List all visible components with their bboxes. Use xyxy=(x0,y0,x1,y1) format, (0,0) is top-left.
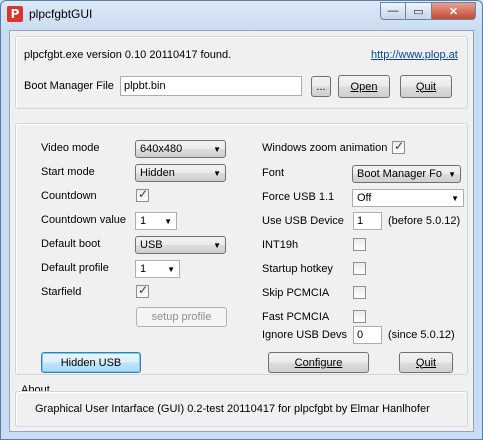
chevron-down-icon: ▼ xyxy=(448,170,456,179)
default-profile-label: Default profile xyxy=(41,262,109,274)
video-mode-select[interactable]: 640x480 ▼ xyxy=(135,140,226,158)
settings-group: Video mode 640x480 ▼ Start mode Hidden ▼ C… xyxy=(15,123,468,375)
ignore-usb-label: Ignore USB Devs xyxy=(262,329,347,341)
close-button[interactable]: ✕ xyxy=(432,2,476,20)
chevron-down-icon: ▼ xyxy=(164,217,172,226)
video-mode-value: 640x480 xyxy=(140,143,183,155)
plop-link[interactable]: http://www.plop.at xyxy=(371,49,458,61)
chevron-down-icon: ▼ xyxy=(451,194,459,203)
font-value: Boot Manager Fo xyxy=(357,168,442,180)
about-group: Graphical User Intarface (GUI) 0.2-test … xyxy=(15,391,468,427)
quit-button[interactable]: Quit xyxy=(399,352,453,373)
about-text: Graphical User Intarface (GUI) 0.2-test … xyxy=(35,403,430,415)
use-usb-device-note: (before 5.0.12) xyxy=(388,215,461,227)
window-controls: — ▭ ✕ xyxy=(380,2,476,20)
default-boot-select[interactable]: USB ▼ xyxy=(135,236,226,254)
force-usb-label: Force USB 1.1 xyxy=(262,191,335,203)
start-mode-select[interactable]: Hidden ▼ xyxy=(135,164,226,182)
quit-button-label: Quit xyxy=(415,356,437,369)
chevron-down-icon: ▼ xyxy=(213,241,221,250)
chevron-down-icon: ▼ xyxy=(213,169,221,178)
int19h-checkbox[interactable] xyxy=(353,238,366,251)
countdown-label: Countdown xyxy=(41,190,97,202)
int19h-label: INT19h xyxy=(262,239,299,251)
video-mode-label: Video mode xyxy=(41,142,100,154)
use-usb-device-label: Use USB Device xyxy=(262,215,344,227)
app-icon: P xyxy=(7,6,23,22)
startup-hotkey-checkbox[interactable] xyxy=(353,262,366,275)
countdown-value: 1 xyxy=(140,215,147,227)
use-usb-device-input[interactable]: 1 xyxy=(353,212,382,230)
title-bar[interactable]: P plpcfgbtGUI — ▭ ✕ xyxy=(1,1,482,29)
boot-manager-file-input[interactable]: plpbt.bin xyxy=(120,76,302,96)
client-area: plpcfgbt.exe version 0.10 20110417 found… xyxy=(9,30,474,432)
skip-pcmcia-checkbox[interactable] xyxy=(353,286,366,299)
open-button[interactable]: Open xyxy=(338,75,390,98)
app-window: P plpcfgbtGUI — ▭ ✕ plpcfgbt.exe version… xyxy=(0,0,483,440)
window-title: plpcfgbtGUI xyxy=(29,7,93,21)
boot-manager-label: Boot Manager File xyxy=(24,80,114,92)
browse-button[interactable]: ... xyxy=(311,76,331,97)
starfield-checkbox[interactable] xyxy=(136,283,149,298)
minimize-button[interactable]: — xyxy=(380,2,406,20)
default-profile-value: 1 xyxy=(140,263,147,275)
countdown-value-select[interactable]: 1 ▼ xyxy=(135,212,177,230)
countdown-checkbox[interactable] xyxy=(136,187,149,202)
chevron-down-icon: ▼ xyxy=(213,145,221,154)
configure-button[interactable]: Configure xyxy=(268,352,369,373)
maximize-button[interactable]: ▭ xyxy=(406,2,432,20)
open-button-label: Open xyxy=(350,80,378,93)
force-usb-value: Off xyxy=(357,192,372,204)
zoom-animation-label: Windows zoom animation xyxy=(262,142,388,154)
skip-pcmcia-label: Skip PCMCIA xyxy=(262,287,330,299)
status-text: plpcfgbt.exe version 0.10 20110417 found… xyxy=(24,49,232,61)
default-boot-label: Default boot xyxy=(41,238,101,250)
start-mode-label: Start mode xyxy=(41,166,95,178)
setup-profile-button[interactable]: setup profile xyxy=(136,307,227,327)
default-boot-value: USB xyxy=(140,239,163,251)
force-usb-select[interactable]: Off ▼ xyxy=(352,189,464,207)
ignore-usb-note: (since 5.0.12) xyxy=(388,329,455,341)
chevron-down-icon: ▼ xyxy=(167,265,175,274)
hidden-usb-button[interactable]: Hidden USB xyxy=(41,352,141,373)
starfield-label: Starfield xyxy=(41,286,82,298)
start-mode-value: Hidden xyxy=(140,167,175,179)
boot-manager-group: plpcfgbt.exe version 0.10 20110417 found… xyxy=(15,36,468,109)
ignore-usb-input[interactable]: 0 xyxy=(353,326,382,344)
quit-top-button[interactable]: Quit xyxy=(400,75,452,98)
fast-pcmcia-label: Fast PCMCIA xyxy=(262,311,330,323)
default-profile-select[interactable]: 1 ▼ xyxy=(135,260,180,278)
fast-pcmcia-checkbox[interactable] xyxy=(353,310,366,323)
quit-top-button-label: Quit xyxy=(415,80,437,93)
zoom-animation-checkbox[interactable] xyxy=(392,139,405,154)
countdown-value-label: Countdown value xyxy=(41,214,127,226)
configure-button-label: Configure xyxy=(294,356,343,369)
font-select[interactable]: Boot Manager Fo ▼ xyxy=(352,165,461,183)
startup-hotkey-label: Startup hotkey xyxy=(262,263,333,275)
font-label: Font xyxy=(262,167,285,179)
